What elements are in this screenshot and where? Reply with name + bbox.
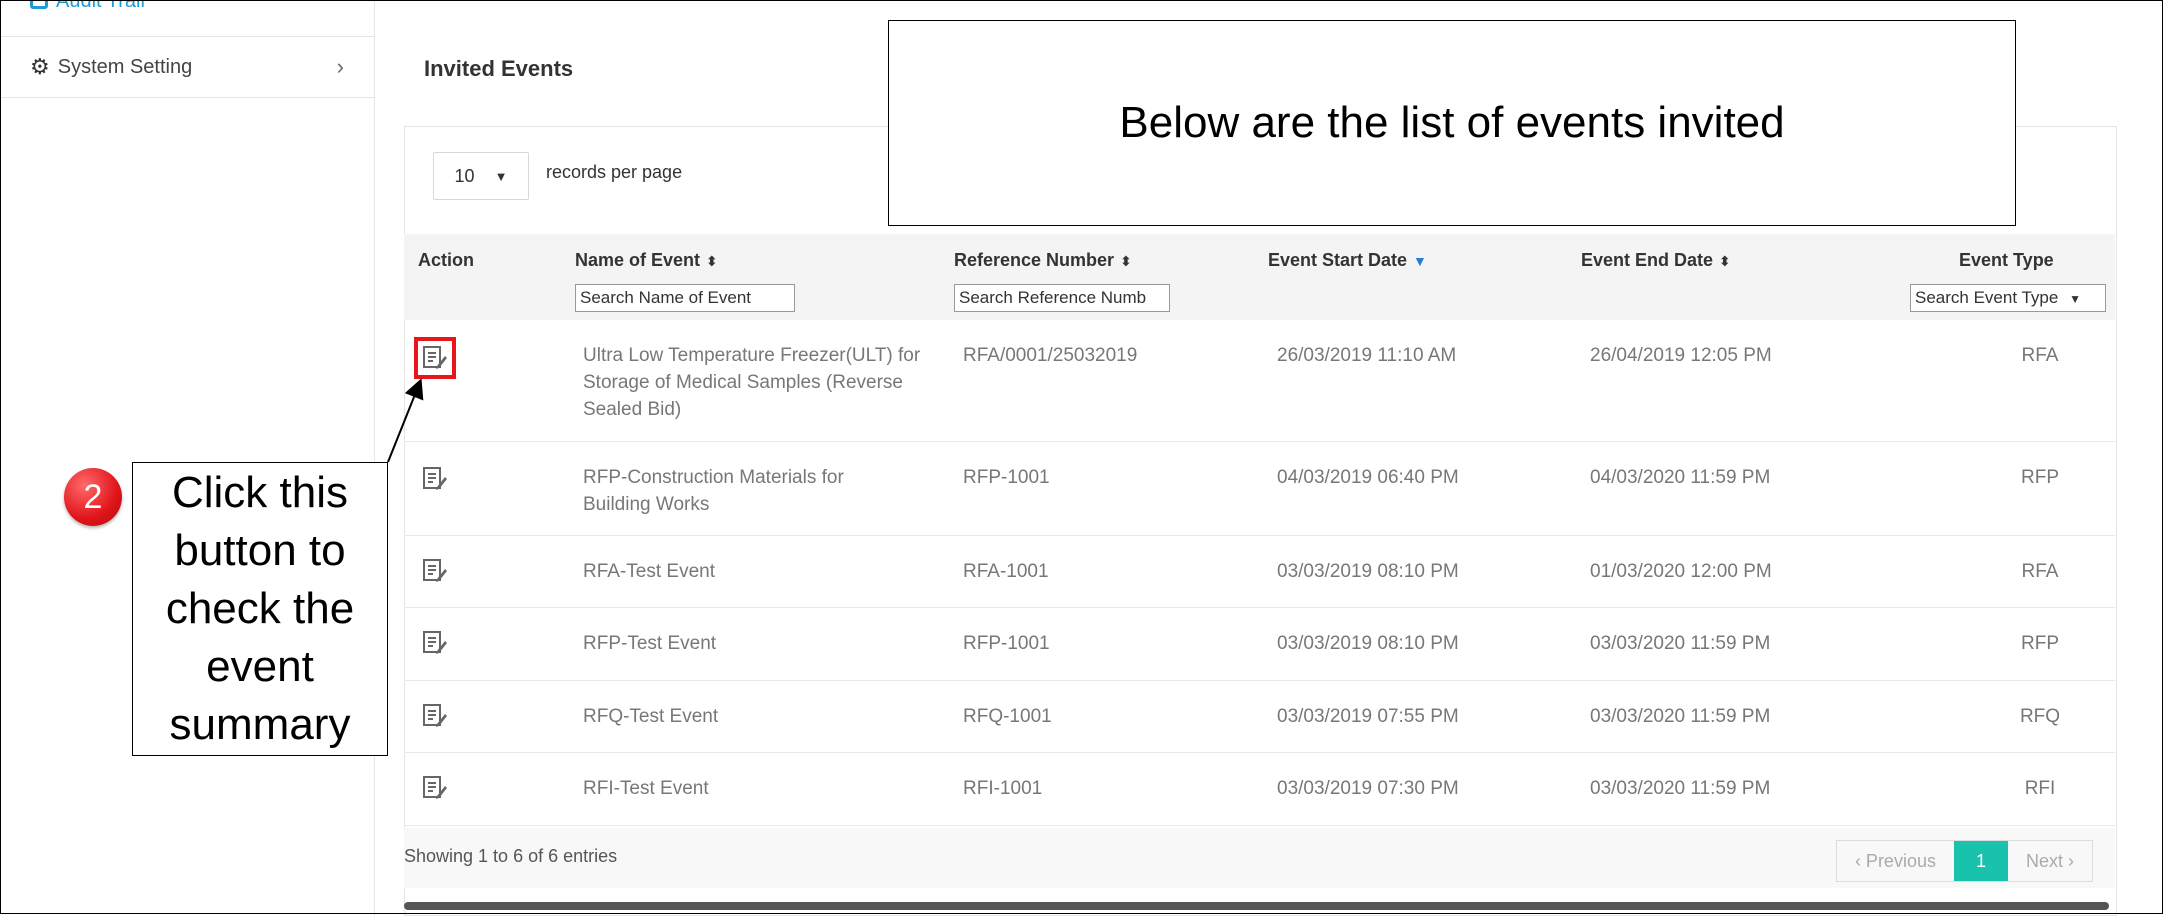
next-page-button[interactable]: Next › (2008, 841, 2092, 881)
event-start-date: 03/03/2019 08:10 PM (1277, 633, 1459, 654)
column-header-label: Event End Date (1581, 250, 1714, 270)
edit-document-icon (423, 346, 447, 369)
table-row: RFQ-Test Event RFQ-1001 03/03/2019 07:55… (404, 681, 2115, 753)
search-event-type-select[interactable]: Search Event Type ▼ (1910, 284, 2106, 312)
event-start-date: 04/03/2019 06:40 PM (1277, 467, 1459, 488)
event-reference: RFP-1001 (963, 467, 1050, 488)
column-header-event-type[interactable]: Event Type (1959, 250, 2054, 271)
caret-down-icon: ▼ (494, 168, 508, 184)
event-type: RFQ (2019, 706, 2061, 727)
sidebar: Audit Trail ⚙ System Setting › (0, 0, 375, 916)
page-title: Invited Events (424, 56, 574, 81)
search-name-placeholder: Search Name of Event (580, 288, 752, 307)
search-name-input[interactable]: Search Name of Event (575, 284, 795, 312)
event-name: RFA-Test Event (583, 561, 715, 582)
search-reference-placeholder: Search Reference Numb (959, 288, 1147, 307)
event-start-date: 03/03/2019 08:10 PM (1277, 561, 1459, 582)
records-per-page-label: records per page (546, 162, 683, 182)
column-header-label: Event Start Date (1268, 250, 1408, 270)
column-header-reference[interactable]: Reference Number ⬍ (954, 250, 1132, 271)
search-event-type-placeholder: Search Event Type (1915, 288, 2059, 307)
callout-view-summary: Click this button to check the event sum… (132, 462, 388, 756)
table-row: RFA-Test Event RFA-1001 03/03/2019 08:10… (404, 536, 2115, 608)
sort-icon: ⬍ (706, 253, 718, 269)
records-per-page: 10 ▼ records per page (433, 152, 682, 200)
sidebar-item-system-setting[interactable]: ⚙ System Setting › (0, 36, 374, 98)
event-reference: RFA-1001 (963, 561, 1049, 582)
event-end-date: 26/04/2019 12:05 PM (1590, 345, 1772, 366)
view-summary-button[interactable] (420, 701, 450, 731)
sort-icon: ⬍ (1120, 253, 1132, 269)
caret-down-icon: ▼ (2069, 292, 2081, 306)
view-summary-button[interactable] (420, 464, 450, 494)
view-summary-button[interactable] (420, 773, 450, 803)
event-type: RFA (2021, 345, 2059, 366)
sidebar-item-label: Audit Trail (56, 0, 145, 12)
previous-page-button[interactable]: ‹ Previous (1837, 841, 1954, 881)
event-reference: RFA/0001/25032019 (963, 345, 1138, 366)
table-row: RFP-Construction Materials for Building … (404, 442, 2115, 536)
event-end-date: 01/03/2020 12:00 PM (1590, 561, 1772, 582)
column-header-label: Event Type (1959, 250, 2054, 270)
event-name: RFP-Test Event (583, 633, 717, 654)
table-row: RFP-Test Event RFP-1001 03/03/2019 08:10… (404, 608, 2115, 681)
column-header-label: Reference Number (954, 250, 1115, 270)
sort-descending-icon: ▼ (1413, 253, 1427, 269)
callout-text: Below are the list of events invited (1119, 98, 1785, 147)
callout-events-list: Below are the list of events invited (888, 20, 2016, 226)
event-start-date: 03/03/2019 07:30 PM (1277, 778, 1459, 799)
sort-icon: ⬍ (1719, 253, 1731, 269)
table-footer: Showing 1 to 6 of 6 entries ‹ Previous 1… (404, 828, 2115, 888)
table-row: RFI-Test Event RFI-1001 03/03/2019 07:30… (404, 753, 2115, 826)
edit-document-icon (423, 467, 447, 490)
view-summary-button[interactable] (420, 556, 450, 586)
column-header-label: Name of Event (575, 250, 701, 270)
gear-icon: ⚙ (30, 54, 50, 79)
page-1-button[interactable]: 1 (1953, 841, 2008, 881)
step-badge: 2 (64, 468, 122, 526)
audit-trail-icon (30, 0, 48, 9)
edit-document-icon (423, 704, 447, 727)
table-body: Ultra Low Temperature Freezer(ULT) for S… (404, 320, 2115, 826)
column-header-name[interactable]: Name of Event ⬍ (575, 250, 718, 271)
event-reference: RFP-1001 (963, 633, 1050, 654)
edit-document-icon (423, 631, 447, 654)
callout-text: Click this button to check the event sum… (165, 468, 355, 749)
event-name: Ultra Low Temperature Freezer(ULT) for S… (583, 345, 921, 420)
event-type: RFA (2021, 561, 2059, 582)
pagination: ‹ Previous 1 Next › (1835, 840, 2093, 882)
event-end-date: 03/03/2020 11:59 PM (1590, 706, 1771, 727)
column-header-label: Action (418, 250, 474, 270)
sidebar-item-audit-trail[interactable]: Audit Trail (30, 0, 145, 16)
records-per-page-select[interactable]: 10 ▼ (433, 152, 529, 200)
event-type: RFP (2021, 467, 2059, 488)
event-reference: RFI-1001 (963, 778, 1043, 799)
event-name: RFI-Test Event (583, 778, 709, 799)
records-per-page-value: 10 (454, 165, 475, 186)
sidebar-item-label: System Setting (57, 55, 193, 78)
edit-document-icon (423, 776, 447, 799)
table-row: Ultra Low Temperature Freezer(ULT) for S… (404, 320, 2115, 442)
table-header: Action Name of Event ⬍ Reference Number ⬍ … (404, 234, 2115, 320)
event-start-date: 03/03/2019 07:55 PM (1277, 706, 1459, 727)
entries-info: Showing 1 to 6 of 6 entries (404, 846, 618, 866)
event-name: RFQ-Test Event (583, 706, 719, 727)
view-summary-button[interactable] (420, 628, 450, 658)
event-type: RFI (2024, 778, 2056, 799)
event-type: RFP (2021, 633, 2059, 654)
column-header-start-date[interactable]: Event Start Date ▼ (1268, 250, 1427, 271)
edit-document-icon (423, 559, 447, 582)
event-end-date: 03/03/2020 11:59 PM (1590, 633, 1771, 654)
event-end-date: 04/03/2020 11:59 PM (1590, 467, 1771, 488)
column-header-action: Action (418, 250, 474, 271)
event-start-date: 26/03/2019 11:10 AM (1277, 345, 1457, 366)
chevron-right-icon: › (336, 54, 344, 79)
event-reference: RFQ-1001 (963, 706, 1052, 727)
view-summary-button[interactable] (414, 337, 456, 379)
column-header-end-date[interactable]: Event End Date ⬍ (1581, 250, 1731, 271)
event-name: RFP-Construction Materials for Building … (583, 467, 844, 515)
horizontal-scrollbar[interactable] (404, 902, 2109, 910)
search-reference-input[interactable]: Search Reference Numb (954, 284, 1170, 312)
event-end-date: 03/03/2020 11:59 PM (1590, 778, 1771, 799)
